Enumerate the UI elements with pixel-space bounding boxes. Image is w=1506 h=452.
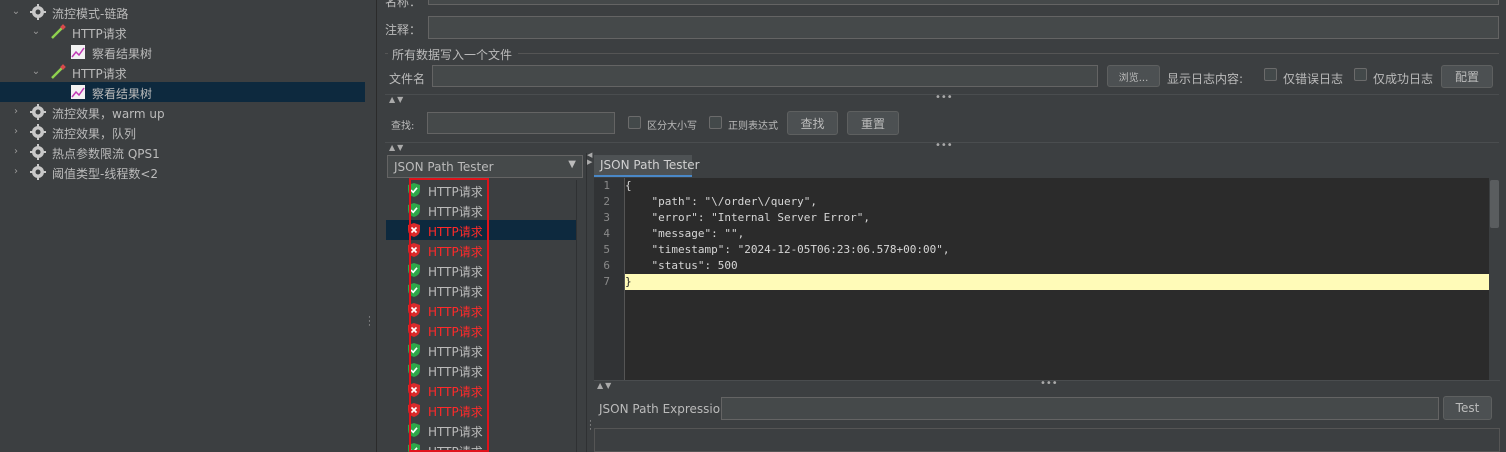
code-line: "message": "", (625, 227, 745, 240)
code-line: "path": "\/order\/query", (625, 195, 818, 208)
line-number: 4 (603, 227, 610, 240)
tree-node-thread-count[interactable]: › 阈值类型-线程数<2 (0, 162, 365, 182)
errors-only-checkbox[interactable] (1264, 68, 1277, 81)
line-number: 6 (603, 259, 610, 272)
tree-item-label: 流控效果，warm up (52, 107, 165, 121)
line-number: 5 (603, 243, 610, 256)
splitter-grip-icon[interactable]: ••• (935, 141, 953, 151)
tree-node-flow-mode-link[interactable]: ⌄ 流控模式-链路 (0, 2, 365, 22)
chevron-down-icon[interactable]: ⌄ (30, 26, 42, 38)
group-border (518, 53, 1499, 54)
log-content-label: 显示日志内容: (1167, 72, 1244, 86)
gear-icon (30, 4, 46, 20)
code-line: "timestamp": "2024-12-05T06:23:06.578+00… (625, 243, 950, 256)
browse-button[interactable]: 浏览... (1107, 65, 1160, 87)
tree-item-label: 流控效果，队列 (52, 127, 137, 141)
chevron-right-icon[interactable]: › (10, 126, 22, 138)
case-sensitive-checkbox[interactable] (628, 116, 641, 129)
success-only-label: 仅成功日志 (1373, 72, 1434, 86)
filename-label: 文件名 (389, 72, 426, 86)
case-sensitive-label: 区分大小写 (647, 121, 697, 132)
gear-icon (30, 124, 46, 140)
collapse-arrows-icon[interactable]: ▲▼ (597, 381, 613, 390)
json-path-input[interactable] (721, 397, 1439, 420)
errors-only-label: 仅错误日志 (1283, 72, 1344, 86)
tree-node-http-request-1[interactable]: ⌄ HTTP请求 (0, 22, 365, 42)
filename-input[interactable] (432, 65, 1098, 87)
tree-node-hotspot-qps[interactable]: › 热点参数限流 QPS1 (0, 142, 365, 162)
code-line: "status": 500 (625, 259, 738, 272)
tree-node-queue[interactable]: › 流控效果，队列 (0, 122, 365, 142)
tree-item-label: HTTP请求 (72, 27, 127, 41)
tree-item-label: 察看结果树 (92, 47, 153, 61)
splitter-grip-icon[interactable]: · · · (589, 418, 592, 435)
test-button[interactable]: Test (1443, 396, 1492, 420)
chevron-down-icon: ▼ (568, 159, 576, 170)
tab-json-path-tester[interactable]: JSON Path Tester (594, 155, 700, 177)
tree-node-view-results-tree-2[interactable]: 察看结果树 (0, 82, 365, 102)
splitter-grip-icon[interactable]: ••• (935, 93, 953, 103)
detail-splitter[interactable] (586, 153, 594, 452)
comment-field[interactable] (428, 16, 1499, 39)
pipette-icon (50, 24, 66, 40)
tree-item-label: 流控模式-链路 (52, 7, 129, 21)
gear-icon (30, 164, 46, 180)
tree-item-label: 阈值类型-线程数<2 (52, 167, 159, 181)
name-field[interactable] (428, 0, 1499, 5)
tree-node-http-request-2[interactable]: ⌄ HTTP请求 (0, 62, 365, 82)
json-path-label: JSON Path Expression (599, 402, 728, 416)
editor-scroll-thumb[interactable] (1490, 180, 1499, 228)
test-plan-tree: ⌄ 流控模式-链路 ⌄ HTTP请求 察看结果树 ⌄ HTTP请求 察看结果树 (0, 0, 365, 452)
search-input[interactable] (427, 112, 615, 134)
gear-icon (30, 144, 46, 160)
line-number: 7 (603, 275, 610, 288)
graph-icon (70, 44, 86, 60)
code-line: { (625, 179, 632, 192)
success-only-checkbox[interactable] (1354, 68, 1367, 81)
response-code-editor[interactable]: 1 2 3 4 5 6 7 { "path": "\/order\/query", "err… (594, 178, 1500, 380)
find-button[interactable]: 查找 (787, 111, 838, 135)
splitter-grip-icon[interactable]: · · · (368, 314, 372, 331)
chevron-right-icon[interactable]: › (10, 166, 22, 178)
chevron-down-icon[interactable]: ⌄ (10, 6, 22, 18)
line-number: 1 (603, 179, 610, 192)
collapse-arrows-icon[interactable]: ▲▼ (389, 143, 405, 152)
collapse-arrows-icon[interactable]: ▲▼ (389, 95, 405, 104)
tree-item-label: 热点参数限流 QPS1 (52, 147, 160, 161)
collapse-arrows-icon[interactable]: ◀ ▶ (587, 152, 592, 166)
regex-checkbox[interactable] (709, 116, 722, 129)
reset-button[interactable]: 重置 (847, 111, 899, 135)
annotation-highlight-box (409, 178, 489, 452)
chevron-right-icon[interactable]: › (10, 146, 22, 158)
line-number: 3 (603, 211, 610, 224)
results-scrollbar[interactable] (576, 180, 586, 452)
line-number: 2 (603, 195, 610, 208)
tree-node-view-results-tree-1[interactable]: 察看结果树 (0, 42, 365, 62)
pipette-icon (50, 64, 66, 80)
file-section-title: 所有数据写入一个文件 (392, 48, 513, 62)
tree-item-label: 察看结果树 (92, 87, 153, 101)
tree-node-warm-up[interactable]: › 流控效果，warm up (0, 102, 365, 122)
gear-icon (30, 104, 46, 120)
code-line: "error": "Internal Server Error", (625, 211, 871, 224)
splitter-grip-icon[interactable]: ••• (1040, 379, 1058, 389)
tree-item-label: HTTP请求 (72, 67, 127, 81)
graph-icon (70, 84, 86, 100)
renderer-select[interactable]: JSON Path Tester ▼ (387, 155, 583, 178)
comment-label: 注释： (385, 23, 422, 37)
chevron-down-icon[interactable]: ⌄ (30, 66, 42, 78)
main-splitter[interactable] (365, 0, 377, 452)
tab-label: JSON Path Tester (600, 158, 700, 172)
code-line: } (625, 274, 1490, 290)
renderer-select-value: JSON Path Tester (394, 160, 494, 174)
search-label: 查找: (391, 121, 415, 132)
chevron-right-icon[interactable]: › (10, 106, 22, 118)
regex-label: 正则表达式 (728, 121, 778, 132)
name-label: 名称： (385, 0, 422, 9)
result-output-panel (594, 428, 1500, 452)
config-button[interactable]: 配置 (1441, 65, 1493, 88)
line-number-gutter: 1 2 3 4 5 6 7 (594, 178, 625, 380)
group-border (385, 53, 388, 54)
